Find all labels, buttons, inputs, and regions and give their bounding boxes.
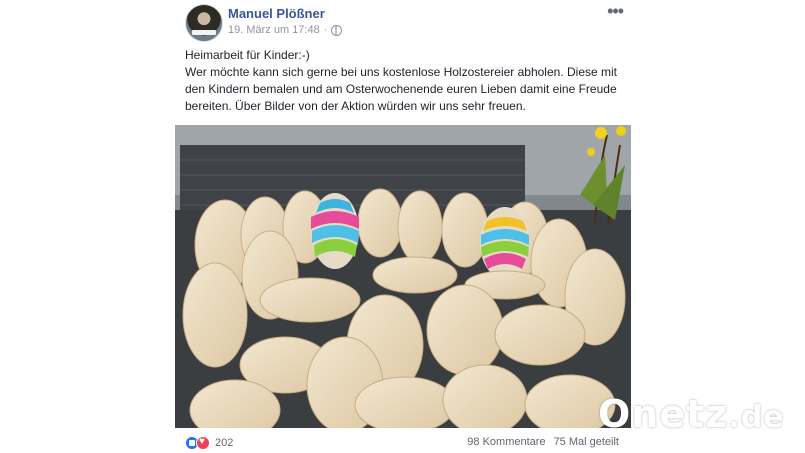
avatar-badge bbox=[192, 30, 216, 35]
post-meta: 19. März um 17:48 · bbox=[228, 24, 343, 36]
reactions-summary[interactable]: 202 bbox=[185, 436, 233, 450]
post-stats: 98 Kommentare 75 Mal geteilt bbox=[467, 436, 619, 448]
more-options-icon[interactable]: ••• bbox=[607, 1, 624, 22]
post-timestamp[interactable]: 19. März um 17:48 bbox=[228, 24, 320, 36]
reaction-count: 202 bbox=[215, 437, 234, 449]
post-footer: 202 98 Kommentare 75 Mal geteilt bbox=[175, 428, 631, 453]
watermark-suffix: .de bbox=[728, 400, 785, 435]
love-icon bbox=[196, 436, 210, 450]
globe-icon bbox=[331, 24, 343, 36]
comments-count-link[interactable]: 98 Kommentare bbox=[467, 436, 545, 448]
facebook-post-card: Manuel Plößner 19. März um 17:48 · ••• H… bbox=[175, 0, 631, 453]
shares-count-link[interactable]: 75 Mal geteilt bbox=[554, 436, 619, 448]
easter-eggs-photo bbox=[175, 125, 631, 428]
watermark-brand: Onetz bbox=[598, 392, 729, 436]
post-photo[interactable] bbox=[175, 125, 631, 428]
author-avatar[interactable] bbox=[185, 4, 223, 42]
author-name[interactable]: Manuel Plößner bbox=[228, 6, 325, 21]
onetz-watermark-logo: Onetz.de bbox=[598, 392, 785, 436]
post-text-line: Heimarbeit für Kinder:-) bbox=[185, 48, 310, 62]
post-text: Heimarbeit für Kinder:-) Wer möchte kann… bbox=[185, 47, 625, 115]
post-text-line: Wer möchte kann sich gerne bei uns koste… bbox=[185, 65, 617, 113]
